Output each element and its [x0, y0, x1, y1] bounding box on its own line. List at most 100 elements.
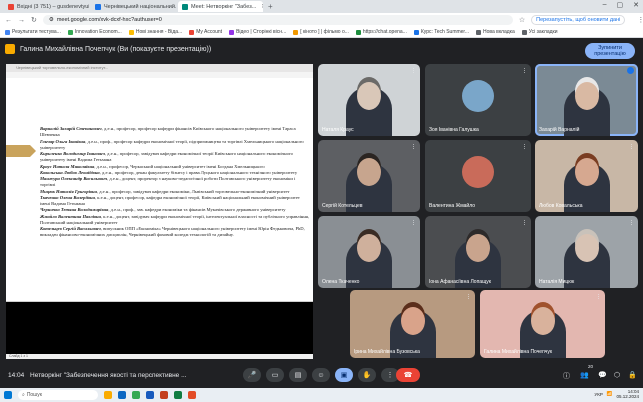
participant-tile[interactable]: Сергій Котельцев ⋯ — [318, 140, 420, 212]
windows-start-icon[interactable] — [4, 391, 12, 399]
stop-presenting-button[interactable]: Зупинити презентацію — [585, 43, 635, 59]
participant-name: Наталя Краус — [322, 127, 354, 133]
entry-name: Котельцев Сергій Васильович — [40, 226, 101, 231]
participant-face — [466, 234, 490, 263]
bookmark-label: [ кіното ] | фільмо о... — [300, 29, 349, 35]
taskbar-search-label: Пошук — [26, 392, 42, 398]
windows-taskbar: ⌕ Пошук — [0, 388, 643, 402]
file-explorer-icon[interactable] — [104, 391, 112, 399]
participant-avatar — [462, 79, 494, 112]
mic-button[interactable]: 🎤 — [243, 368, 261, 382]
restart-update-button[interactable]: Перезапустіть, щоб оновити дані — [531, 15, 626, 25]
bookmark-favicon-icon — [476, 29, 481, 35]
participant-tile[interactable]: Наталія Мицюк ⋯ — [535, 216, 638, 288]
entry-name: Краус Наталя Миколаївна — [40, 163, 95, 169]
powerpoint-icon[interactable] — [160, 391, 168, 399]
bookmark-favicon-icon — [413, 29, 419, 35]
entry-name: Ковальська Любов Леонідівна — [40, 169, 100, 175]
mic-muted-icon: ⋯ — [520, 219, 527, 226]
entry-name: Мицюк Наталія Григорівна — [40, 188, 97, 194]
participant-avatar — [462, 155, 494, 188]
browser-tab[interactable]: Вхідні (3 751) – gusdenevtyui...✕ — [4, 1, 89, 12]
participant-tile[interactable]: Іона Афанасіївна Лопащук ⋯ — [425, 216, 531, 288]
participant-tile[interactable]: Любов Ковальська ⋯ — [535, 140, 638, 212]
bookmark-item[interactable]: [ кіното ] | фільмо о... — [293, 29, 349, 35]
bookmarks-bar: Результати тестува... Innovation Econom..… — [0, 27, 643, 38]
host-controls-icon[interactable]: 🔒 — [628, 371, 637, 379]
participant-tile[interactable]: Зоя Іванівна Галушка ⋯ — [425, 64, 531, 136]
people-icon[interactable]: 👥 — [580, 371, 589, 379]
tab-favicon-icon — [8, 3, 14, 10]
address-bar-row: ← → ↻ ⚙ meet.google.com/xvk-dcxf-hxc?aut… — [0, 13, 643, 27]
entry-name: Гончар Ольга Іванівна — [40, 138, 86, 144]
participant-tile[interactable]: Олена Ткаченко ⋯ — [318, 216, 420, 288]
bookmark-label: Innovation Econom... — [74, 29, 122, 35]
chrome-icon[interactable] — [132, 391, 140, 399]
bookmark-favicon-icon — [293, 29, 299, 35]
participant-face — [357, 82, 381, 111]
tray-lang[interactable]: УКР — [594, 392, 602, 397]
reload-icon[interactable]: ↻ — [31, 16, 37, 24]
participant-tile[interactable]: Ірина Михайлівна Бузовська ⋯ — [350, 290, 475, 358]
forward-icon[interactable]: → — [18, 17, 25, 24]
edge-icon[interactable] — [118, 391, 126, 399]
close-window-icon[interactable]: ✕ — [633, 1, 639, 9]
taskbar-search[interactable]: ⌕ Пошук — [18, 390, 98, 400]
participant-tile[interactable]: Наталя Краус ⋯ — [318, 64, 420, 136]
back-icon[interactable]: ← — [5, 17, 12, 24]
participant-tile[interactable]: Захарій Варналій — [535, 64, 638, 136]
close-tab-icon[interactable]: ✕ — [261, 3, 263, 10]
participant-tile[interactable]: Галина Михайлівна Почепчук ⋯ — [480, 290, 605, 358]
new-tab-icon[interactable]: + — [265, 2, 276, 11]
bookmark-item[interactable]: Результати тестува... — [5, 29, 61, 35]
minimize-icon[interactable]: – — [603, 1, 607, 9]
present-button[interactable]: ▣ — [335, 368, 353, 382]
bookmark-item[interactable]: Innovation Econom... — [67, 29, 122, 35]
bookmark-star-icon[interactable]: ☆ — [519, 16, 525, 24]
info-icon[interactable]: ⓘ — [563, 371, 570, 381]
participant-name: Любов Ковальська — [539, 203, 583, 209]
mic-muted-icon: ⋯ — [627, 219, 634, 226]
camera-button[interactable]: ▭ — [266, 368, 284, 382]
entry-description: , д.е.н., проф., зав. кафедри економіки … — [108, 207, 286, 213]
emoji-icon: ☺ — [317, 371, 325, 379]
chat-icon[interactable]: 💬 — [598, 371, 607, 379]
bookmark-item[interactable]: Усі закладки — [521, 29, 558, 35]
excel-icon[interactable] — [174, 391, 182, 399]
participant-name: Олена Ткаченко — [322, 279, 360, 285]
captions-button[interactable]: ▤ — [289, 368, 307, 382]
mic-muted-icon: ⋯ — [464, 293, 471, 300]
tab-favicon-icon — [182, 3, 188, 10]
bookmark-item[interactable]: Нові знання - Віда... — [128, 29, 182, 35]
bookmark-label: Курс: Tech Summer... — [420, 29, 469, 35]
app-icon[interactable] — [188, 391, 196, 399]
participant-name: Валентина Жмайло — [429, 203, 475, 209]
reactions-button[interactable]: ☺ — [312, 368, 330, 382]
maximize-icon[interactable]: ▢ — [617, 1, 624, 9]
slide-body: Варналій Захарій Степанович , д.е.н., про… — [40, 126, 310, 239]
tray-datetime[interactable]: 14:04 05.12.2024 — [616, 389, 639, 399]
hand-icon: ✋ — [362, 372, 372, 379]
bookmark-item[interactable]: https://chat.opena... — [355, 29, 407, 35]
participant-tile[interactable]: Валентина Жмайло ⋯ — [425, 140, 531, 212]
leave-call-button[interactable]: ☎ — [396, 368, 420, 382]
browser-tab[interactable]: Чернівецький національний...✕ — [91, 1, 176, 12]
activities-icon[interactable]: ⬡ — [614, 371, 620, 379]
bookmark-item[interactable]: Курс: Tech Summer... — [413, 29, 469, 35]
bookmark-item[interactable]: Відео | Сторінкі вісн... — [229, 29, 286, 35]
slide-decor-arrow — [6, 145, 36, 157]
raise-hand-button[interactable]: ✋ — [358, 368, 376, 382]
wifi-icon[interactable]: 📶 — [607, 391, 613, 397]
browser-tab[interactable]: Meet: Нетворкінг "Забез... ✕ — [178, 1, 263, 12]
bookmark-item[interactable]: My Account — [189, 29, 222, 35]
url-text: meet.google.com/xvk-dcxf-hxc?authuser=0 — [56, 17, 162, 23]
participant-face — [357, 158, 381, 187]
word-icon[interactable] — [146, 391, 154, 399]
bookmark-item[interactable]: Нова вкладка — [476, 29, 515, 35]
url-field[interactable]: ⚙ meet.google.com/xvk-dcxf-hxc?authuser=… — [42, 15, 513, 25]
participant-face — [574, 158, 599, 187]
participant-face — [574, 234, 599, 263]
mic-muted-icon: ⋯ — [409, 67, 416, 74]
site-info-icon[interactable]: ⚙ — [49, 17, 54, 23]
browser-menu-icon[interactable]: ⋮ — [637, 16, 643, 24]
